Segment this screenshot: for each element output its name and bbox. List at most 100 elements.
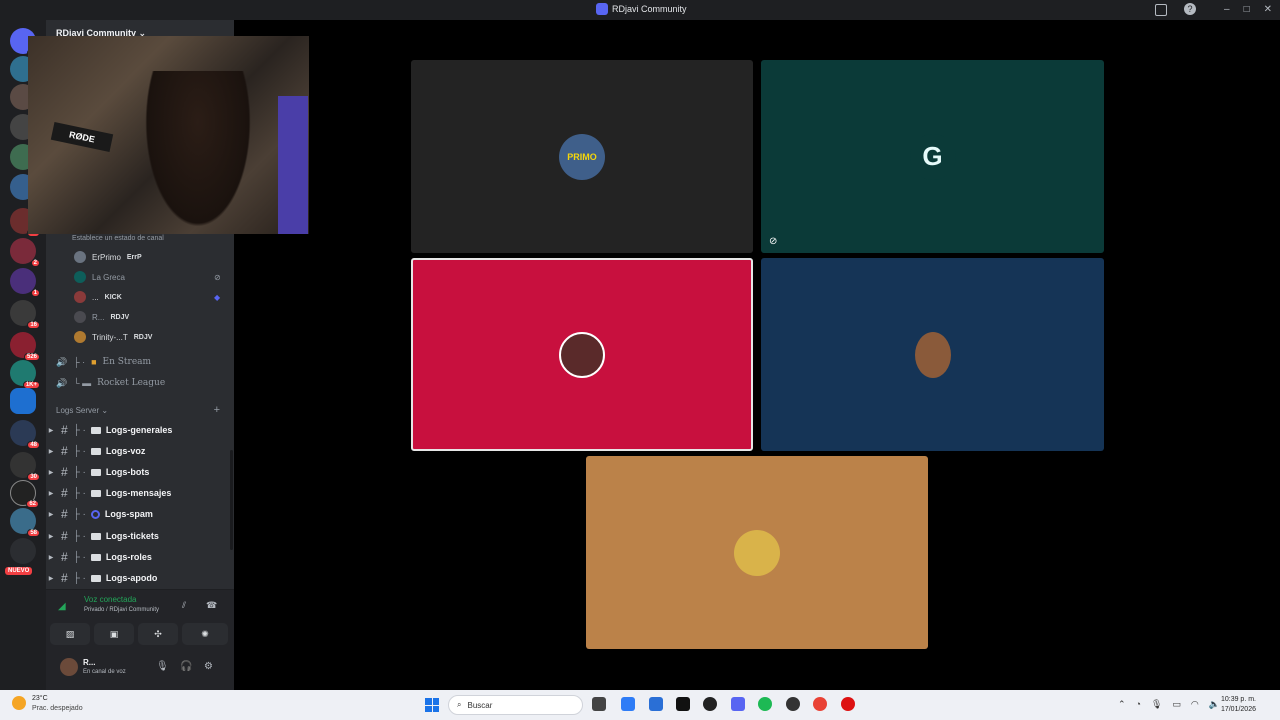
inbox-icon[interactable] bbox=[1155, 4, 1167, 16]
text-channel[interactable]: ▶ # ├ · Logs-bots bbox=[46, 463, 232, 481]
voice-user-name: ... bbox=[92, 292, 99, 302]
voice-user[interactable]: Trinity-...T RDJV bbox=[74, 329, 152, 345]
server-icon[interactable]: 58 bbox=[10, 508, 40, 537]
clock-time: 10:39 p. m. bbox=[1220, 696, 1256, 703]
user-status: En canal de voz bbox=[83, 669, 126, 675]
server-badge: 1 bbox=[30, 289, 40, 297]
screen-share-button[interactable]: ▣ bbox=[94, 623, 134, 645]
channel-emoji bbox=[90, 426, 101, 434]
server-icon[interactable]: 30 bbox=[10, 452, 40, 481]
voice-channel-name: En Stream bbox=[102, 357, 152, 367]
taskbar-clock[interactable]: 10:39 p. m. 17/01/2026 bbox=[1221, 695, 1256, 715]
server-icon[interactable]: 526 bbox=[10, 332, 40, 361]
network-icon[interactable]: ◔ bbox=[1136, 699, 1141, 710]
expand-arrow-icon[interactable]: ▶ bbox=[46, 511, 56, 518]
text-channel[interactable]: ▶ # ├ · Logs-mensajes bbox=[46, 484, 232, 502]
server-icon[interactable]: 2 bbox=[10, 238, 40, 267]
server-icon[interactable]: 16 bbox=[10, 300, 40, 329]
microphone-icon[interactable]: 🎙 bbox=[1151, 699, 1162, 710]
taskbar-search[interactable]: ⌕ Buscar bbox=[448, 695, 583, 715]
expand-arrow-icon[interactable]: ▶ bbox=[46, 427, 56, 434]
text-channel[interactable]: ▶ # ├ · Logs-roles bbox=[46, 548, 232, 566]
channel-emoji bbox=[90, 509, 100, 519]
category-name: Logs Server bbox=[56, 406, 100, 415]
text-channel[interactable]: ▶ # ├ · Logs-apodo bbox=[46, 569, 232, 587]
voice-channel-rocket-league[interactable]: 🔊 └ ▬ Rocket League bbox=[56, 375, 165, 391]
participant-tile-blue[interactable] bbox=[761, 258, 1104, 451]
spotify-icon[interactable] bbox=[758, 697, 772, 711]
soundboard-button[interactable]: ✺ bbox=[182, 623, 228, 645]
voice-user[interactable]: ... KICK ◆ bbox=[74, 289, 220, 305]
microphone-icon[interactable]: 🎙 bbox=[156, 661, 169, 672]
voice-user[interactable]: R... RDJV bbox=[74, 309, 129, 325]
text-channel[interactable]: ▶ # ├ · Logs-voz bbox=[46, 442, 232, 460]
expand-arrow-icon[interactable]: ▶ bbox=[46, 575, 56, 582]
hash-icon: # bbox=[61, 444, 68, 458]
voice-user[interactable]: ErPrimo ErrP bbox=[74, 249, 142, 265]
server-icon-trihaus[interactable] bbox=[10, 388, 36, 414]
user-name[interactable]: R... bbox=[83, 658, 95, 667]
channel-status-hint[interactable]: Establece un estado de canal bbox=[72, 235, 164, 242]
expand-arrow-icon[interactable]: ▶ bbox=[46, 554, 56, 561]
participant-tile-g[interactable]: G ⊘ bbox=[761, 60, 1104, 253]
weather-icon[interactable] bbox=[12, 696, 26, 710]
user-panel: R... En canal de voz 🎙 🎧 ⚙ bbox=[46, 650, 234, 690]
minimize-button[interactable]: – bbox=[1224, 4, 1230, 15]
voice-channel-en-stream[interactable]: 🔊 ├ · ■ En Stream bbox=[56, 354, 151, 370]
app-icon-red[interactable] bbox=[841, 697, 855, 711]
chrome-icon[interactable] bbox=[813, 697, 827, 711]
voice-user[interactable]: La Greca ⊘ bbox=[74, 269, 221, 285]
display-icon[interactable]: ▭ bbox=[1172, 699, 1181, 710]
task-view-icon[interactable] bbox=[592, 697, 606, 711]
avatar[interactable] bbox=[60, 658, 78, 676]
server-icon[interactable]: 48 bbox=[10, 420, 40, 449]
help-icon[interactable]: ? bbox=[1184, 3, 1196, 15]
disconnect-icon[interactable]: ☎ bbox=[206, 600, 217, 611]
server-badge: 2 bbox=[30, 259, 40, 267]
headphones-icon[interactable]: 🎧 bbox=[180, 661, 192, 672]
start-button[interactable] bbox=[425, 698, 439, 712]
participant-tile-primo[interactable]: PRIMO bbox=[411, 60, 753, 253]
avatar-label: PRIMO bbox=[567, 151, 597, 162]
close-button[interactable]: ✕ bbox=[1264, 4, 1272, 15]
server-icon[interactable] bbox=[10, 538, 36, 564]
noise-suppression-icon[interactable]: ⫽ bbox=[182, 600, 186, 611]
text-channel[interactable]: ▶ # ├ · Logs-tickets bbox=[46, 527, 232, 545]
wifi-icon[interactable]: ◠ bbox=[1191, 699, 1199, 710]
voice-status-subtitle[interactable]: Privado / RDjavi Community bbox=[84, 607, 159, 613]
text-channel[interactable]: ▶ # ├ · Logs-generales bbox=[46, 421, 232, 439]
participant-tile-orange[interactable] bbox=[586, 456, 928, 649]
add-channel-icon[interactable]: + bbox=[214, 404, 220, 416]
server-icon[interactable]: 1K+ bbox=[10, 360, 40, 389]
expand-arrow-icon[interactable]: ▶ bbox=[46, 490, 56, 497]
voice-status-title[interactable]: Voz conectada bbox=[84, 595, 136, 604]
gear-icon[interactable]: ⚙ bbox=[204, 661, 213, 672]
discord-icon[interactable] bbox=[731, 697, 745, 711]
server-icon[interactable]: 62 bbox=[10, 480, 39, 508]
activities-button[interactable]: ✣ bbox=[138, 623, 178, 645]
expand-arrow-icon[interactable]: ▶ bbox=[46, 448, 56, 455]
volume-icon[interactable]: 🔈 bbox=[1209, 699, 1220, 710]
app-icon[interactable] bbox=[786, 697, 800, 711]
obs-icon[interactable] bbox=[703, 697, 717, 711]
server-badge: 62 bbox=[26, 500, 39, 508]
server-icon[interactable]: 1 bbox=[10, 268, 40, 297]
category-logs-server[interactable]: Logs Server ⌄ + bbox=[56, 404, 226, 416]
weather-temperature[interactable]: 23°C bbox=[32, 695, 48, 702]
participant-tile-speaking[interactable] bbox=[411, 258, 753, 451]
store-icon[interactable] bbox=[649, 697, 663, 711]
expand-arrow-icon[interactable]: ▶ bbox=[46, 469, 56, 476]
terminal-icon[interactable] bbox=[676, 697, 690, 711]
voice-user-tag: KICK bbox=[104, 293, 122, 301]
tree-icon: └ ▬ bbox=[73, 378, 92, 388]
weather-condition[interactable]: Prac. despejado bbox=[32, 705, 83, 712]
maximize-button[interactable]: □ bbox=[1244, 4, 1250, 15]
chevron-up-icon[interactable]: ⌃ bbox=[1118, 699, 1126, 710]
avatar bbox=[74, 291, 86, 303]
camera-button[interactable]: ▨ bbox=[50, 623, 90, 645]
text-channel[interactable]: ▶ # ├ · Logs-spam bbox=[46, 505, 232, 523]
expand-arrow-icon[interactable]: ▶ bbox=[46, 533, 56, 540]
hash-icon: # bbox=[61, 529, 68, 543]
channel-scrollbar[interactable] bbox=[230, 450, 233, 550]
copilot-icon[interactable] bbox=[621, 697, 635, 711]
